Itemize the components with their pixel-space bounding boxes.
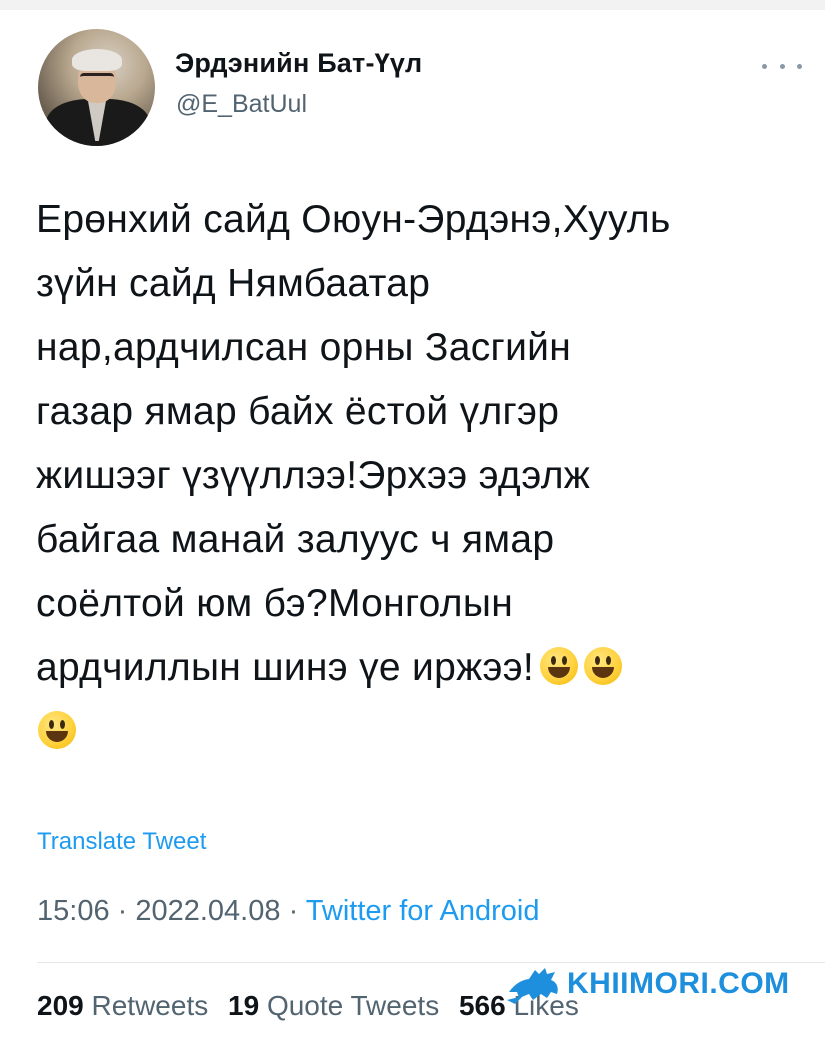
watermark-text: KHIIMORI.COM — [567, 967, 790, 1000]
retweets-label: Retweets — [91, 990, 209, 1021]
author-name[interactable]: Эрдэнийн Бат-Үүл — [175, 48, 422, 79]
tweet-date[interactable]: 2022.04.08 — [135, 895, 280, 927]
meta-separator: · — [109, 895, 136, 927]
quote-tweets-label: Quote Tweets — [266, 990, 440, 1021]
tweet-detail: Эрдэнийн Бат-Үүл @E_BatUul Ерөнхий сайд … — [0, 0, 825, 1040]
meta-separator: · — [280, 895, 306, 927]
horse-logo-icon — [507, 968, 558, 1004]
grinning-face-icon — [38, 711, 76, 749]
tweet-time[interactable]: 15:06 — [37, 895, 110, 927]
avatar[interactable] — [38, 29, 155, 146]
quote-tweets-count: 19 — [228, 990, 260, 1021]
tweet-source-link[interactable]: Twitter for Android — [306, 895, 540, 927]
grinning-face-icon — [540, 647, 579, 685]
tweet-meta: 15:06 · 2022.04.08 · Twitter for Android — [37, 895, 539, 928]
watermark: KHIIMORI.COM — [505, 960, 810, 1008]
more-options-icon[interactable] — [762, 56, 802, 76]
quote-tweets-stat[interactable]: 19 Quote Tweets — [228, 990, 439, 1021]
tweet-text: Ерөнхий сайд Оюун-Эрдэнэ,Хууль зүйн сайд… — [36, 188, 816, 764]
retweets-count: 209 — [37, 990, 84, 1021]
retweets-stat[interactable]: 209 Retweets — [37, 990, 208, 1021]
author-handle[interactable]: @E_BatUul — [176, 90, 307, 119]
tweet-text-content: Ерөнхий сайд Оюун-Эрдэнэ,Хууль зүйн сайд… — [36, 198, 671, 689]
translate-tweet-link[interactable]: Translate Tweet — [37, 828, 206, 856]
grinning-face-icon — [584, 647, 623, 685]
likes-count: 566 — [458, 990, 506, 1021]
